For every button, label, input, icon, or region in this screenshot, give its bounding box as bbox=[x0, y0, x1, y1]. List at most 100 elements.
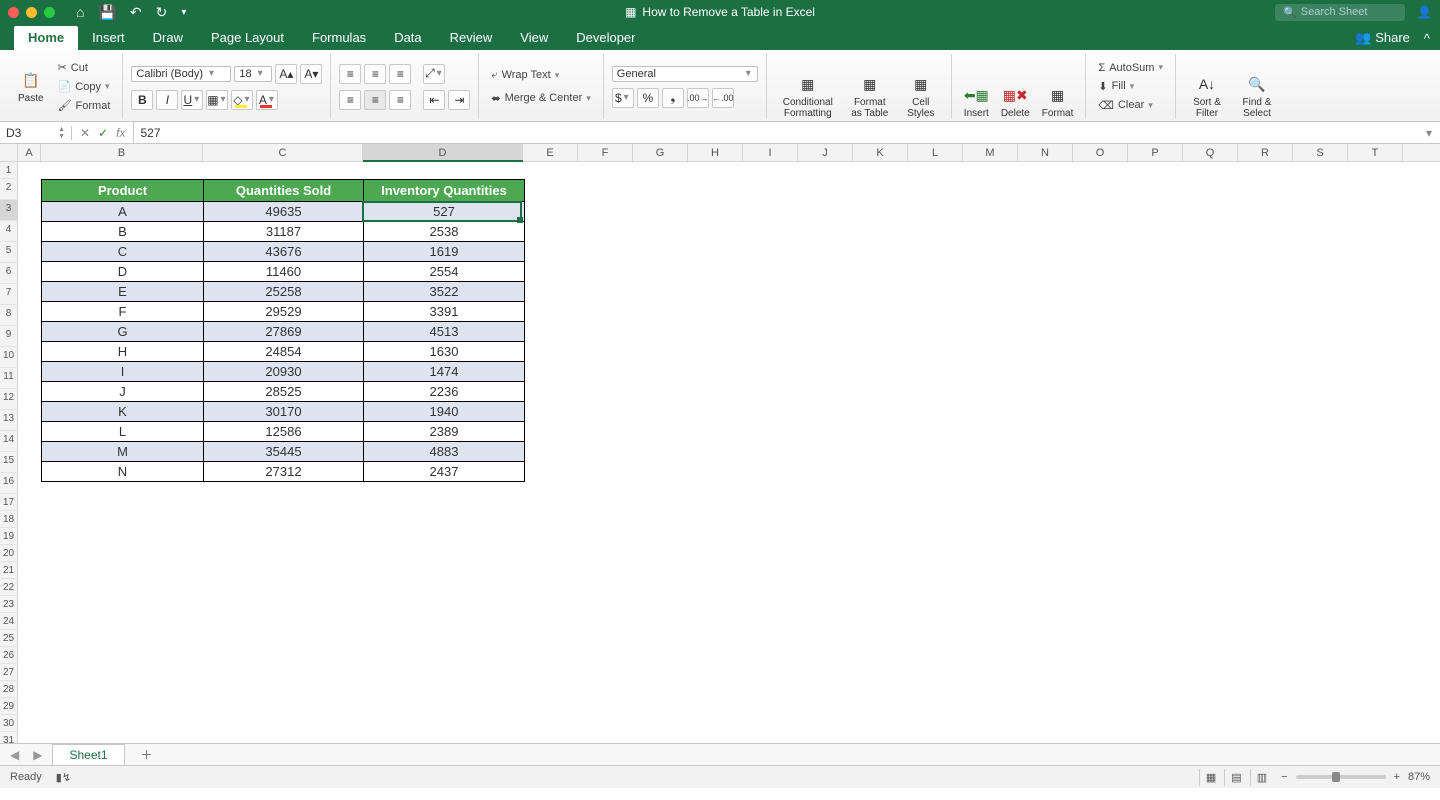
row-header-28[interactable]: 28 bbox=[0, 681, 17, 698]
tab-developer[interactable]: Developer bbox=[562, 26, 649, 50]
zoom-in-button[interactable]: + bbox=[1394, 771, 1400, 783]
row-header-25[interactable]: 25 bbox=[0, 630, 17, 647]
row-header-3[interactable]: 3 bbox=[0, 200, 17, 221]
zoom-out-button[interactable]: − bbox=[1281, 771, 1287, 783]
column-header-M[interactable]: M bbox=[963, 144, 1018, 161]
column-header-L[interactable]: L bbox=[908, 144, 963, 161]
tab-review[interactable]: Review bbox=[436, 26, 507, 50]
underline-button[interactable]: U▾ bbox=[181, 90, 203, 110]
table-cell[interactable]: B bbox=[42, 222, 204, 241]
sheet-nav-next-icon[interactable]: ▶ bbox=[29, 748, 46, 762]
merge-center-button[interactable]: ⬌ Merge & Center bbox=[487, 90, 594, 107]
window-close-icon[interactable] bbox=[8, 7, 19, 18]
wrap-text-button[interactable]: ⤶ Wrap Text bbox=[487, 67, 594, 84]
decrease-decimal-icon[interactable]: ←.00 bbox=[712, 88, 734, 108]
currency-icon[interactable]: $▾ bbox=[612, 88, 634, 108]
row-header-6[interactable]: 6 bbox=[0, 263, 17, 284]
ribbon-collapse-icon[interactable]: ^ bbox=[1424, 31, 1430, 46]
qat-overflow-icon[interactable]: ▾ bbox=[181, 7, 186, 18]
column-header-C[interactable]: C bbox=[203, 144, 363, 161]
table-cell[interactable]: 1940 bbox=[364, 402, 524, 421]
font-size-select[interactable]: 18▾ bbox=[234, 66, 272, 82]
table-cell[interactable]: 11460 bbox=[204, 262, 364, 281]
window-maximize-icon[interactable] bbox=[44, 7, 55, 18]
table-cell[interactable]: 43676 bbox=[204, 242, 364, 261]
column-header-H[interactable]: H bbox=[688, 144, 743, 161]
table-cell[interactable]: F bbox=[42, 302, 204, 321]
copy-button[interactable]: 📄 Copy bbox=[54, 78, 115, 95]
view-page-layout-icon[interactable]: ▤ bbox=[1224, 769, 1247, 786]
increase-indent-icon[interactable]: ⇥ bbox=[448, 90, 470, 110]
column-header-J[interactable]: J bbox=[798, 144, 853, 161]
search-sheet-input[interactable]: 🔍 Search Sheet bbox=[1275, 4, 1405, 21]
sort-filter-button[interactable]: A↓Sort & Filter bbox=[1184, 54, 1230, 119]
row-header-16[interactable]: 16 bbox=[0, 473, 17, 494]
autosum-button[interactable]: Σ AutoSum bbox=[1094, 60, 1167, 76]
view-normal-icon[interactable]: ▦ bbox=[1199, 769, 1222, 786]
row-header-14[interactable]: 14 bbox=[0, 431, 17, 452]
row-header-20[interactable]: 20 bbox=[0, 545, 17, 562]
table-cell[interactable]: M bbox=[42, 442, 204, 461]
paste-button[interactable]: 📋 Paste bbox=[14, 69, 48, 104]
column-header-G[interactable]: G bbox=[633, 144, 688, 161]
tab-view[interactable]: View bbox=[506, 26, 562, 50]
row-header-21[interactable]: 21 bbox=[0, 562, 17, 579]
table-cell[interactable]: L bbox=[42, 422, 204, 441]
clear-button[interactable]: ⌫ Clear bbox=[1094, 97, 1167, 114]
row-header-5[interactable]: 5 bbox=[0, 242, 17, 263]
table-cell[interactable]: 4883 bbox=[364, 442, 524, 461]
table-cell[interactable]: 2437 bbox=[364, 462, 524, 481]
table-cell[interactable]: 24854 bbox=[204, 342, 364, 361]
share-button[interactable]: 👥 Share bbox=[1355, 30, 1410, 46]
fx-icon[interactable]: fx bbox=[116, 126, 125, 140]
row-header-12[interactable]: 12 bbox=[0, 389, 17, 410]
column-header-K[interactable]: K bbox=[853, 144, 908, 161]
formula-bar-expand-icon[interactable]: ▾ bbox=[1418, 126, 1440, 140]
row-header-31[interactable]: 31 bbox=[0, 732, 17, 744]
orientation-icon[interactable]: ⤢▾ bbox=[423, 64, 445, 84]
table-cell[interactable]: 35445 bbox=[204, 442, 364, 461]
align-right-icon[interactable]: ≡ bbox=[389, 90, 411, 110]
column-header-N[interactable]: N bbox=[1018, 144, 1073, 161]
column-header-E[interactable]: E bbox=[523, 144, 578, 161]
tab-home[interactable]: Home bbox=[14, 26, 78, 50]
column-header-T[interactable]: T bbox=[1348, 144, 1403, 161]
row-header-10[interactable]: 10 bbox=[0, 347, 17, 368]
sheet-nav-prev-icon[interactable]: ◀ bbox=[6, 748, 23, 762]
align-left-icon[interactable]: ≡ bbox=[339, 90, 361, 110]
table-cell[interactable]: 1474 bbox=[364, 362, 524, 381]
row-header-1[interactable]: 1 bbox=[0, 162, 17, 179]
table-cell[interactable]: 28525 bbox=[204, 382, 364, 401]
table-cell[interactable]: 3391 bbox=[364, 302, 524, 321]
align-top-icon[interactable]: ≡ bbox=[339, 64, 361, 84]
sheet-tab-sheet1[interactable]: Sheet1 bbox=[52, 744, 124, 765]
formula-input[interactable]: 527 bbox=[134, 126, 1418, 140]
zoom-slider[interactable] bbox=[1296, 775, 1386, 779]
font-name-select[interactable]: Calibri (Body)▾ bbox=[131, 66, 231, 82]
fill-color-button[interactable]: ◇▾ bbox=[231, 90, 253, 110]
increase-decimal-icon[interactable]: .00→ bbox=[687, 88, 709, 108]
row-header-27[interactable]: 27 bbox=[0, 664, 17, 681]
row-header-19[interactable]: 19 bbox=[0, 528, 17, 545]
tab-formulas[interactable]: Formulas bbox=[298, 26, 380, 50]
row-header-18[interactable]: 18 bbox=[0, 511, 17, 528]
row-header-8[interactable]: 8 bbox=[0, 305, 17, 326]
macro-record-icon[interactable]: ▮↯ bbox=[56, 771, 71, 784]
add-sheet-button[interactable]: ＋ bbox=[131, 746, 163, 763]
column-header-S[interactable]: S bbox=[1293, 144, 1348, 161]
row-header-9[interactable]: 9 bbox=[0, 326, 17, 347]
table-cell[interactable]: I bbox=[42, 362, 204, 381]
table-cell[interactable]: 2554 bbox=[364, 262, 524, 281]
table-cell[interactable]: 31187 bbox=[204, 222, 364, 241]
table-cell[interactable]: 3522 bbox=[364, 282, 524, 301]
window-minimize-icon[interactable] bbox=[26, 7, 37, 18]
table-cell[interactable]: 1630 bbox=[364, 342, 524, 361]
table-cell[interactable]: 4513 bbox=[364, 322, 524, 341]
table-cell[interactable]: C bbox=[42, 242, 204, 261]
column-header-B[interactable]: B bbox=[41, 144, 203, 161]
row-header-23[interactable]: 23 bbox=[0, 596, 17, 613]
row-header-13[interactable]: 13 bbox=[0, 410, 17, 431]
delete-cells-button[interactable]: ▦✖Delete bbox=[997, 54, 1034, 119]
align-bottom-icon[interactable]: ≡ bbox=[389, 64, 411, 84]
align-center-icon[interactable]: ≡ bbox=[364, 90, 386, 110]
